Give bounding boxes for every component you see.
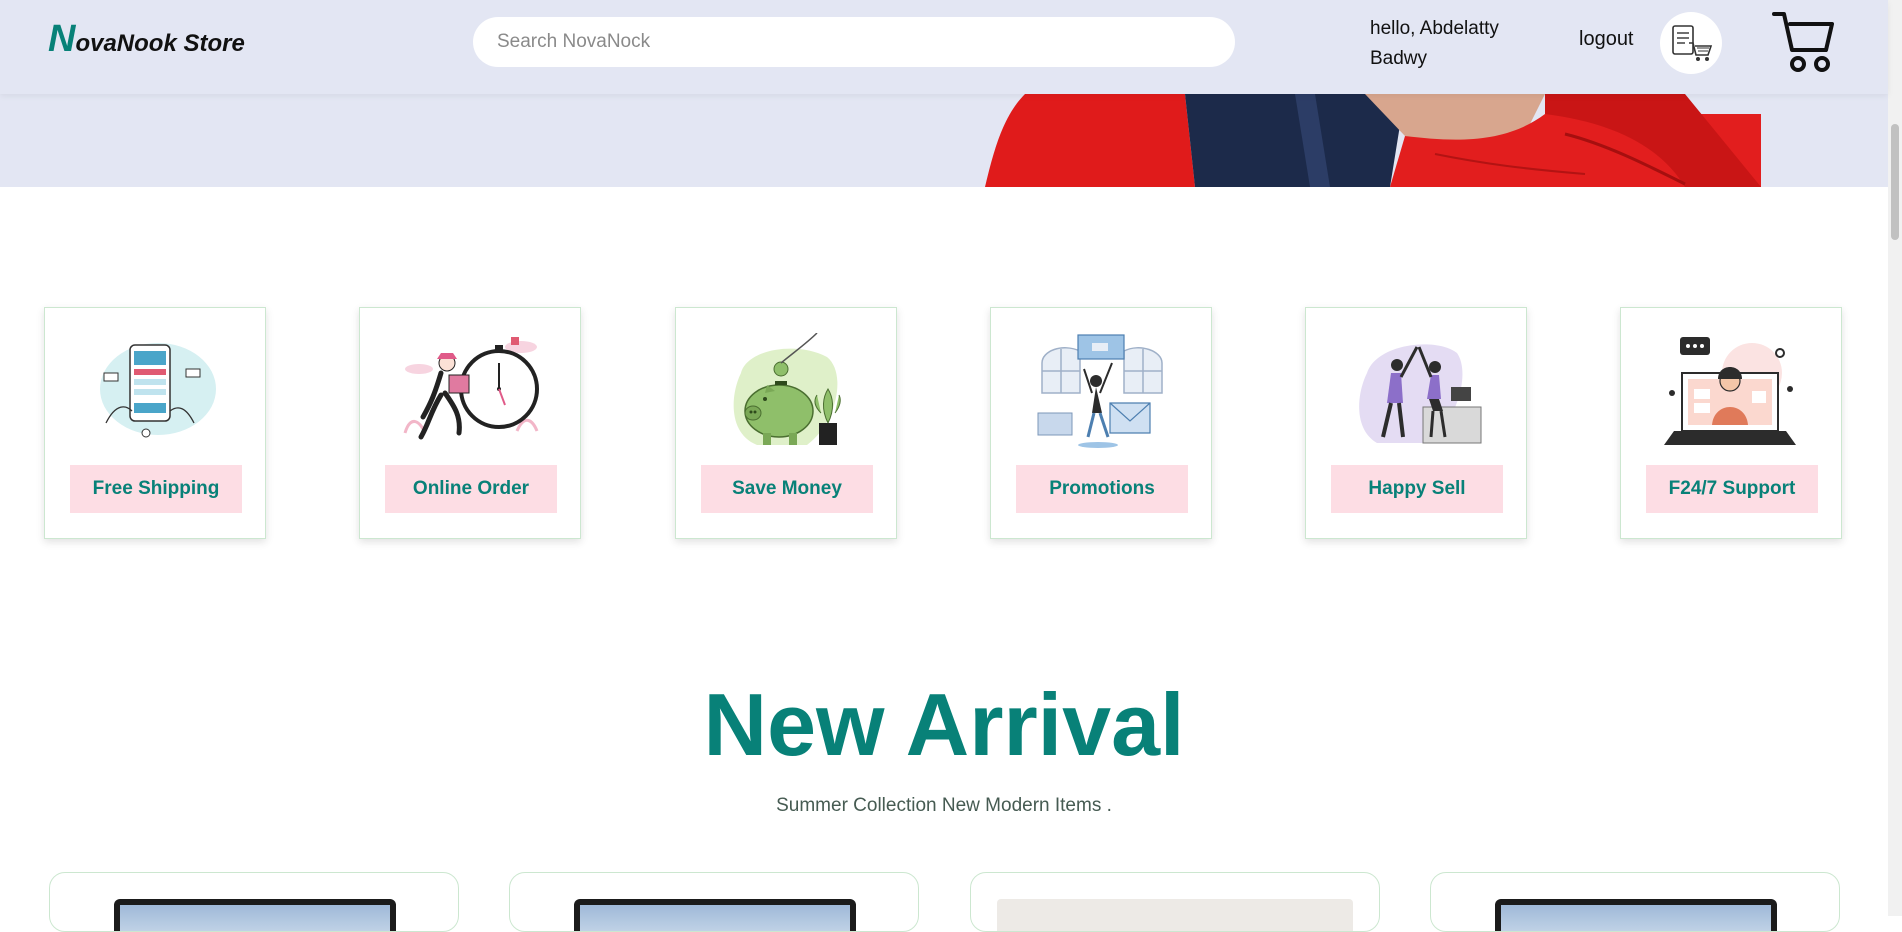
logo-text: ovaNook Store [75, 30, 245, 57]
feature-happy-sell: Happy Sell [1305, 307, 1527, 539]
feature-free-shipping: Free Shipping [44, 307, 266, 539]
feature-label: Happy Sell [1331, 465, 1503, 513]
site-header: NovaNook Store hello, Abdelatty Badwy lo… [0, 0, 1888, 94]
feature-label: Free Shipping [70, 465, 242, 513]
greeting-line-1: hello, Abdelatty [1370, 18, 1499, 39]
feature-promotions: Promotions [990, 307, 1212, 539]
fast-delivery-illustration [403, 337, 539, 440]
product-card[interactable] [509, 872, 919, 932]
logo-initial: N [48, 18, 76, 60]
section-subtitle: Summer Collection New Modern Items . [776, 795, 1112, 816]
feature-online-order: Online Order [359, 307, 581, 539]
search-input[interactable] [473, 17, 1235, 67]
section-title: New Arrival [703, 675, 1185, 774]
feature-label: Promotions [1016, 465, 1188, 513]
hero-image [985, 94, 1761, 187]
support-agent-illustration [1664, 337, 1796, 445]
feature-label: Online Order [385, 465, 557, 513]
cart-button[interactable] [1770, 6, 1836, 76]
feature-save-money: Save Money [675, 307, 897, 539]
greeting-line-2: Badwy [1370, 48, 1428, 69]
hero-banner [0, 94, 1888, 187]
site-logo[interactable]: NovaNook Store [48, 18, 245, 61]
orders-button[interactable] [1660, 12, 1722, 74]
piggy-bank-illustration [733, 333, 841, 445]
mobile-payment-illustration [100, 343, 216, 438]
scrollbar-thumb[interactable] [1891, 124, 1899, 240]
order-list-icon [1672, 25, 1713, 61]
promotion-illustration [1037, 334, 1163, 448]
product-card[interactable] [1430, 872, 1840, 932]
logout-link[interactable]: logout [1579, 28, 1634, 51]
feature-label: Save Money [701, 465, 873, 513]
product-card[interactable] [49, 872, 459, 932]
feature-label: F24/7 Support [1646, 465, 1818, 513]
page-scrollbar[interactable] [1888, 0, 1902, 916]
product-card[interactable] [970, 872, 1380, 932]
user-greeting: hello, Abdelatty Badwy [1370, 14, 1499, 74]
feature-support: F24/7 Support [1620, 307, 1842, 539]
high-five-illustration [1359, 344, 1482, 444]
shopping-cart-icon [1772, 12, 1834, 72]
